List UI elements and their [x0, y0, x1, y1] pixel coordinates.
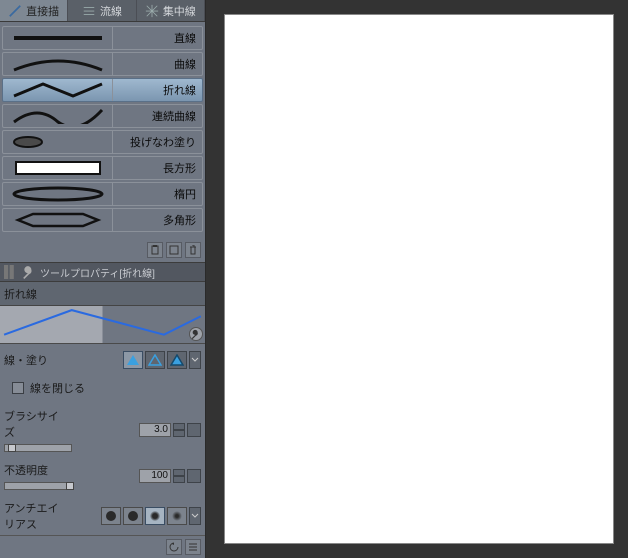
close-line-checkbox[interactable]: [12, 382, 24, 394]
canvas[interactable]: [224, 14, 614, 544]
opacity-slider[interactable]: [4, 482, 72, 490]
prop-label: 線を閉じる: [30, 380, 85, 396]
dropdown-caret[interactable]: [189, 507, 201, 525]
dynamics-button[interactable]: [187, 469, 201, 483]
aa-strong-button[interactable]: [167, 507, 187, 525]
tab-focusline[interactable]: 集中線: [137, 0, 205, 21]
subtool-label: 投げなわ塗り: [113, 134, 202, 150]
aa-weak-button[interactable]: [123, 507, 143, 525]
polygon-icon: [3, 209, 113, 231]
subtool-ellipse[interactable]: 楕円: [2, 182, 203, 206]
new-subtool-button[interactable]: [166, 242, 182, 258]
reset-icon: [169, 542, 179, 552]
subtool-label: 直線: [113, 30, 202, 46]
subtool-detail-button[interactable]: [189, 327, 203, 341]
clipboard-icon: [150, 245, 160, 255]
mode-fill-button[interactable]: [123, 351, 143, 369]
wrench-icon: [22, 265, 36, 279]
mode-outline-button[interactable]: [145, 351, 165, 369]
menu-button[interactable]: [185, 539, 201, 555]
rectangle-icon: [3, 157, 113, 179]
tab-label: 集中線: [163, 3, 196, 19]
clipboard-button[interactable]: [147, 242, 163, 258]
prop-label: アンチエイリアス: [4, 500, 66, 532]
lasso-fill-icon: [3, 131, 113, 153]
outline-shape-icon: [148, 354, 162, 366]
panel-grip-icon[interactable]: [4, 265, 18, 279]
tab-speedline[interactable]: 流線: [68, 0, 136, 21]
reset-button[interactable]: [166, 539, 182, 555]
subtool-actions: [0, 238, 205, 262]
speedline-icon: [82, 4, 96, 18]
prop-opacity: 不透明度 100: [4, 462, 201, 490]
polyline-icon: [3, 79, 113, 101]
both-shape-icon: [170, 354, 184, 366]
tool-panel: 直接描 流線 集中線 直線 曲線 折れ線: [0, 0, 206, 558]
brush-size-stepper[interactable]: [173, 423, 185, 437]
fill-shape-icon: [126, 354, 140, 366]
subtool-polygon[interactable]: 多角形: [2, 208, 203, 232]
subtool-label: 多角形: [113, 212, 202, 228]
menu-icon: [188, 542, 198, 552]
delete-subtool-button[interactable]: [185, 242, 201, 258]
subtool-straight-line[interactable]: 直線: [2, 26, 203, 50]
subtool-group-tabs: 直接描 流線 集中線: [0, 0, 205, 22]
wrench-icon: [191, 329, 201, 339]
tab-direct-draw[interactable]: 直接描: [0, 0, 68, 21]
tab-label: 流線: [100, 3, 122, 19]
subtool-rectangle[interactable]: 長方形: [2, 156, 203, 180]
tab-label: 直接描: [26, 3, 59, 19]
brush-size-slider[interactable]: [4, 444, 72, 452]
subtool-label: 長方形: [113, 160, 202, 176]
ellipse-icon: [3, 183, 113, 205]
direct-draw-icon: [8, 4, 22, 18]
tool-property-title: ツールプロパティ[折れ線]: [40, 265, 155, 280]
subtool-lasso-fill[interactable]: 投げなわ塗り: [2, 130, 203, 154]
prop-label: 不透明度: [4, 462, 66, 478]
new-icon: [169, 245, 179, 255]
tool-properties: 線・塗り 線を閉じる ブラシサイズ 3.0: [0, 344, 205, 535]
prop-line-fill: 線・塗り: [4, 350, 201, 370]
prop-brush-size: ブラシサイズ 3.0: [4, 408, 201, 452]
preview-header: 折れ線: [0, 282, 205, 306]
opacity-value[interactable]: 100: [139, 469, 171, 483]
preview-name: 折れ線: [4, 286, 37, 302]
subtool-label: 楕円: [113, 186, 202, 202]
trash-icon: [188, 245, 198, 255]
brush-preview: [0, 306, 205, 344]
prop-close-line[interactable]: 線を閉じる: [8, 380, 201, 396]
brush-size-value[interactable]: 3.0: [139, 423, 171, 437]
mode-both-button[interactable]: [167, 351, 187, 369]
subtool-continuous-curve[interactable]: 連続曲線: [2, 104, 203, 128]
property-footer: [0, 535, 205, 558]
focusline-icon: [145, 4, 159, 18]
subtool-label: 曲線: [113, 56, 202, 72]
chevron-down-icon: [191, 512, 199, 520]
aa-none-button[interactable]: [101, 507, 121, 525]
continuous-curve-icon: [3, 105, 113, 127]
subtool-label: 折れ線: [113, 82, 202, 98]
prop-antialias: アンチエイリアス: [4, 500, 201, 532]
canvas-area: [206, 0, 628, 558]
chevron-down-icon: [191, 356, 199, 364]
tool-property-header: ツールプロパティ[折れ線]: [0, 262, 205, 282]
dropdown-caret[interactable]: [189, 351, 201, 369]
aa-medium-button[interactable]: [145, 507, 165, 525]
prop-label: 線・塗り: [4, 352, 66, 368]
straight-line-icon: [3, 27, 113, 49]
dynamics-button[interactable]: [187, 423, 201, 437]
opacity-stepper[interactable]: [173, 469, 185, 483]
subtool-label: 連続曲線: [113, 108, 202, 124]
subtool-polyline[interactable]: 折れ線: [2, 78, 203, 102]
polyline-preview-icon: [0, 306, 205, 345]
subtool-curve[interactable]: 曲線: [2, 52, 203, 76]
subtool-list: 直線 曲線 折れ線 連続曲線 投げなわ塗り 長方形: [0, 22, 205, 238]
curve-icon: [3, 53, 113, 75]
prop-label: ブラシサイズ: [4, 408, 66, 440]
